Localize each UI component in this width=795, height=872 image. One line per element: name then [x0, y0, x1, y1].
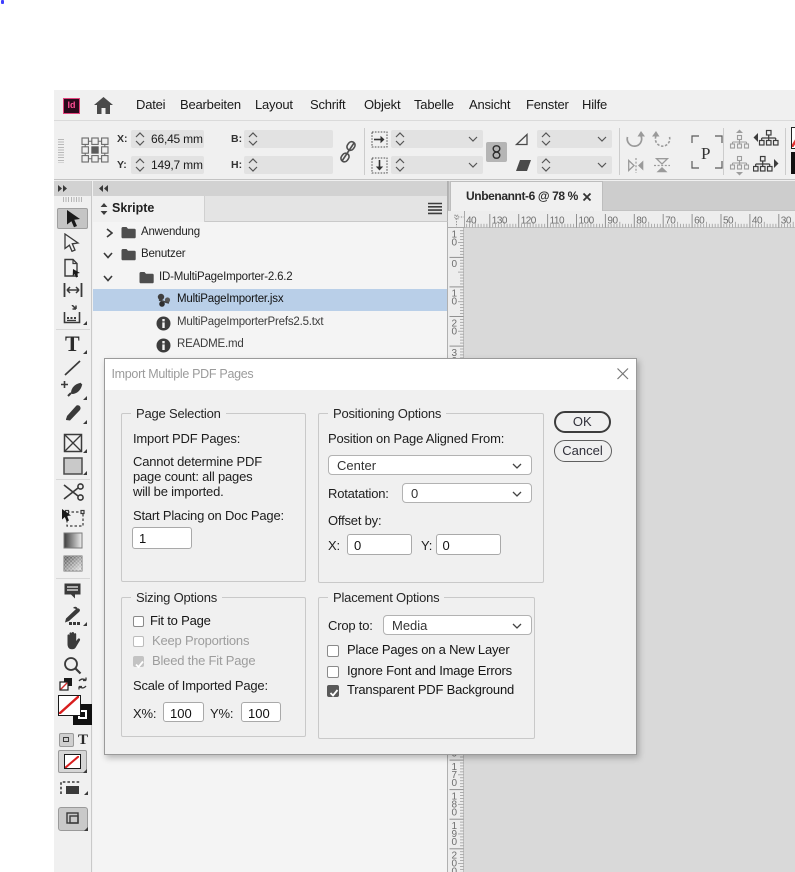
svg-text:0: 0 — [452, 778, 458, 789]
svg-text:0: 0 — [452, 326, 458, 337]
svg-text:60: 60 — [694, 216, 705, 227]
svg-text:0: 0 — [452, 807, 458, 818]
svg-text:0: 0 — [452, 238, 458, 249]
svg-text:30: 30 — [781, 216, 792, 227]
svg-text:T: T — [65, 334, 80, 354]
svg-text:80: 80 — [636, 216, 647, 227]
svg-text:0: 0 — [452, 297, 458, 308]
svg-text:40: 40 — [466, 216, 477, 227]
svg-text:40: 40 — [752, 216, 763, 227]
svg-text:110: 110 — [550, 216, 565, 227]
svg-text:0: 0 — [452, 867, 458, 872]
svg-text:130: 130 — [492, 216, 508, 227]
svg-text:0: 0 — [452, 259, 458, 270]
svg-text:100: 100 — [579, 216, 595, 227]
svg-text:0: 0 — [452, 837, 458, 848]
svg-text:50: 50 — [723, 216, 734, 227]
svg-text:P: P — [701, 144, 710, 163]
svg-text:120: 120 — [521, 216, 537, 227]
svg-text:70: 70 — [665, 216, 676, 227]
svg-text:90: 90 — [607, 216, 618, 227]
